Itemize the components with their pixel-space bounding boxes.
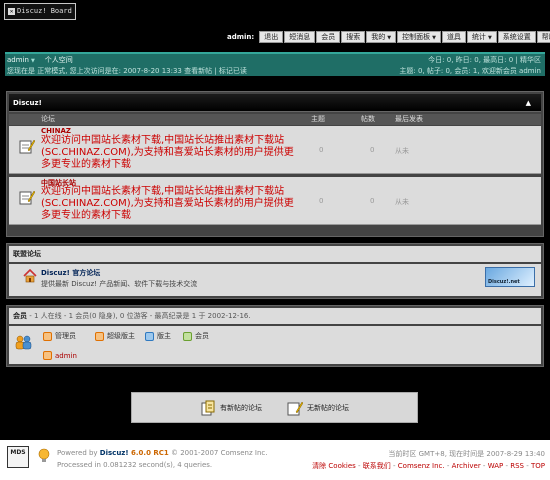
menu-stats[interactable]: 统计 ▼	[466, 30, 497, 43]
menu-help[interactable]: 帮助	[536, 30, 550, 43]
status-bar: admin ▼ 个人空间 您现在是 正常模式, 您上次访问是在: 2007-8-20…	[5, 52, 545, 76]
page-footer: MDS Powered by Discuz! 6.0.0 RC1 © 2001-…	[0, 440, 550, 480]
category-header: Discuz! ▲	[9, 94, 541, 112]
alliance-row: Discuz! 官方论坛 提供最新 Discuz! 产品新闻、软件下载与技术交流…	[9, 264, 541, 296]
collapse-icon[interactable]: ▲	[526, 94, 531, 112]
status-stats-totals: 主题: 0, 帖子: 0, 会员: 1, 欢迎新会员 admin	[399, 67, 541, 75]
forum-no-new-icon	[19, 139, 35, 154]
menu-members[interactable]: 会员	[316, 30, 341, 43]
mds-logo[interactable]: MDS	[7, 446, 29, 468]
footer-links: 清除 Cookies - 联系我们 - Comsenz Inc. - Archi…	[312, 462, 545, 470]
menu-my[interactable]: 我的 ▼	[366, 30, 397, 43]
alliance-description: 提供最新 Discuz! 产品新闻、软件下载与技术交流	[41, 280, 198, 288]
status-user-row: admin ▼ 个人空间	[7, 55, 73, 65]
powered-by: Powered by Discuz! 6.0.0 RC1 © 2001-2007…	[57, 449, 268, 457]
forum-description: 欢迎访问中国站长素材下载,中国站长站推出素材下载站(SC.CHINAZ.COM)…	[41, 186, 294, 221]
legend-super-moderator: 超级版主	[95, 331, 135, 341]
legend-no-new-posts: 无新帖的论坛	[287, 400, 349, 416]
chevron-down-icon: ▼	[387, 34, 392, 41]
super-moderator-user-icon	[95, 331, 104, 341]
forum-last-post: 从未	[395, 198, 409, 206]
menu-logout[interactable]: 退出	[259, 30, 284, 43]
forum-post-count: 0	[370, 146, 375, 154]
forum-new-posts-icon	[201, 400, 215, 416]
top-link[interactable]: TOP	[531, 462, 545, 470]
home-icon	[23, 269, 37, 283]
menu-control-panel[interactable]: 控制面板 ▼	[397, 30, 441, 43]
board-logo[interactable]: ✕ Discuz! Board	[4, 3, 76, 20]
wap-link[interactable]: WAP	[488, 462, 504, 470]
chevron-down-icon[interactable]: ▼	[31, 58, 35, 64]
forum-topic-count: 0	[319, 197, 324, 205]
admin-user-icon	[43, 351, 52, 360]
forum-table-header: 论坛 主题 帖数 最后发表	[9, 114, 541, 125]
online-members-body: 管理员 超级版主 版主 会员 admin	[9, 326, 541, 364]
forum-no-new-icon	[19, 190, 35, 205]
col-forum: 论坛	[41, 115, 55, 123]
discuz-link[interactable]: Discuz!	[100, 449, 129, 457]
col-last-post: 最后发表	[395, 115, 423, 123]
forum-topic-count: 0	[319, 146, 324, 154]
menu-messages[interactable]: 短消息	[284, 30, 316, 43]
online-members-title[interactable]: 会员 - 1 人在线 - 1 会员(0 隐身), 0 位游客 - 最高纪录是 1…	[9, 308, 541, 324]
legend-member: 会员	[183, 331, 209, 341]
discuz-net-banner[interactable]: Discuz!.net	[485, 267, 535, 287]
admin-user-icon	[43, 331, 52, 341]
member-user-icon	[183, 331, 192, 341]
col-topics: 主题	[311, 115, 325, 123]
status-username[interactable]: admin	[7, 56, 29, 64]
comsenz-link[interactable]: Comsenz Inc.	[398, 462, 445, 470]
col-posts: 帖数	[361, 115, 375, 123]
online-user[interactable]: admin	[43, 351, 77, 360]
forum-row: 中国站长站 欢迎访问中国站长素材下载,中国站长站推出素材下载站(SC.CHINA…	[9, 177, 541, 225]
logo-icon: ✕	[8, 7, 15, 15]
rss-link[interactable]: RSS	[510, 462, 524, 470]
timezone-info: 当前时区 GMT+8, 现在时间是 2007-8-29 13:40	[388, 450, 545, 458]
forum-description: 欢迎访问中国站长素材下载,中国站长站推出素材下载站(SC.CHINAZ.COM)…	[41, 135, 294, 170]
processing-time: Processed in 0.081232 second(s), 4 queri…	[57, 461, 213, 469]
moderator-user-icon	[145, 331, 154, 341]
archiver-link[interactable]: Archiver	[452, 462, 481, 470]
forum-row: CHINAZ 欢迎访问中国站长素材下载,中国站长站推出素材下载站(SC.CHIN…	[9, 126, 541, 174]
category-title[interactable]: Discuz!	[13, 99, 42, 107]
chevron-down-icon: ▼	[487, 34, 492, 41]
alliance-box: 联盟论坛 Discuz! 官方论坛 提供最新 Discuz! 产品新闻、软件下载…	[6, 243, 544, 299]
status-info: 您现在是 正常模式, 您上次访问是在: 2007-8-20 13:33 查看新帖…	[7, 67, 247, 75]
banner-text: Discuz!.net	[488, 279, 520, 285]
legend-moderator: 版主	[145, 331, 171, 341]
chevron-down-icon: ▼	[432, 34, 436, 41]
lightbulb-icon	[38, 448, 50, 462]
online-members-box: 会员 - 1 人在线 - 1 会员(0 隐身), 0 位游客 - 最高纪录是 1…	[6, 305, 544, 367]
users-group-icon	[15, 335, 32, 350]
logo-text: Discuz! Board	[17, 7, 72, 15]
alliance-title: 联盟论坛	[9, 246, 541, 262]
top-menu: admin: 退出 短消息 会员 搜索 我的 ▼ 控制面板 ▼ 道具 统计 ▼ 系统设…	[227, 30, 550, 43]
forum-last-post: 从未	[395, 147, 409, 155]
menu-items[interactable]: 道具	[441, 30, 466, 43]
menu-search[interactable]: 搜索	[341, 30, 366, 43]
clear-cookies-link[interactable]: 清除 Cookies	[312, 462, 356, 470]
forum-post-count: 0	[370, 197, 375, 205]
legend-new-posts: 有新帖的论坛	[200, 400, 262, 416]
status-stats-today: 今日: 0, 昨日: 0, 最高日: 0 | 精华区	[428, 56, 541, 64]
contact-us-link[interactable]: 联系我们	[363, 462, 391, 470]
menu-system-settings[interactable]: 系统设置	[497, 30, 536, 43]
alliance-name[interactable]: Discuz! 官方论坛	[41, 268, 100, 278]
forum-category-box: Discuz! ▲ 论坛 主题 帖数 最后发表 CHINAZ 欢迎访问中国站长素…	[6, 91, 544, 237]
forum-no-new-icon	[287, 401, 303, 416]
legend-admin: 管理员	[43, 331, 76, 341]
menu-username[interactable]: admin:	[227, 33, 254, 41]
forum-icon-legend: 有新帖的论坛 无新帖的论坛	[131, 392, 418, 423]
personal-space-link[interactable]: 个人空间	[45, 56, 73, 64]
forum-name[interactable]: CHINAZ	[41, 127, 71, 135]
